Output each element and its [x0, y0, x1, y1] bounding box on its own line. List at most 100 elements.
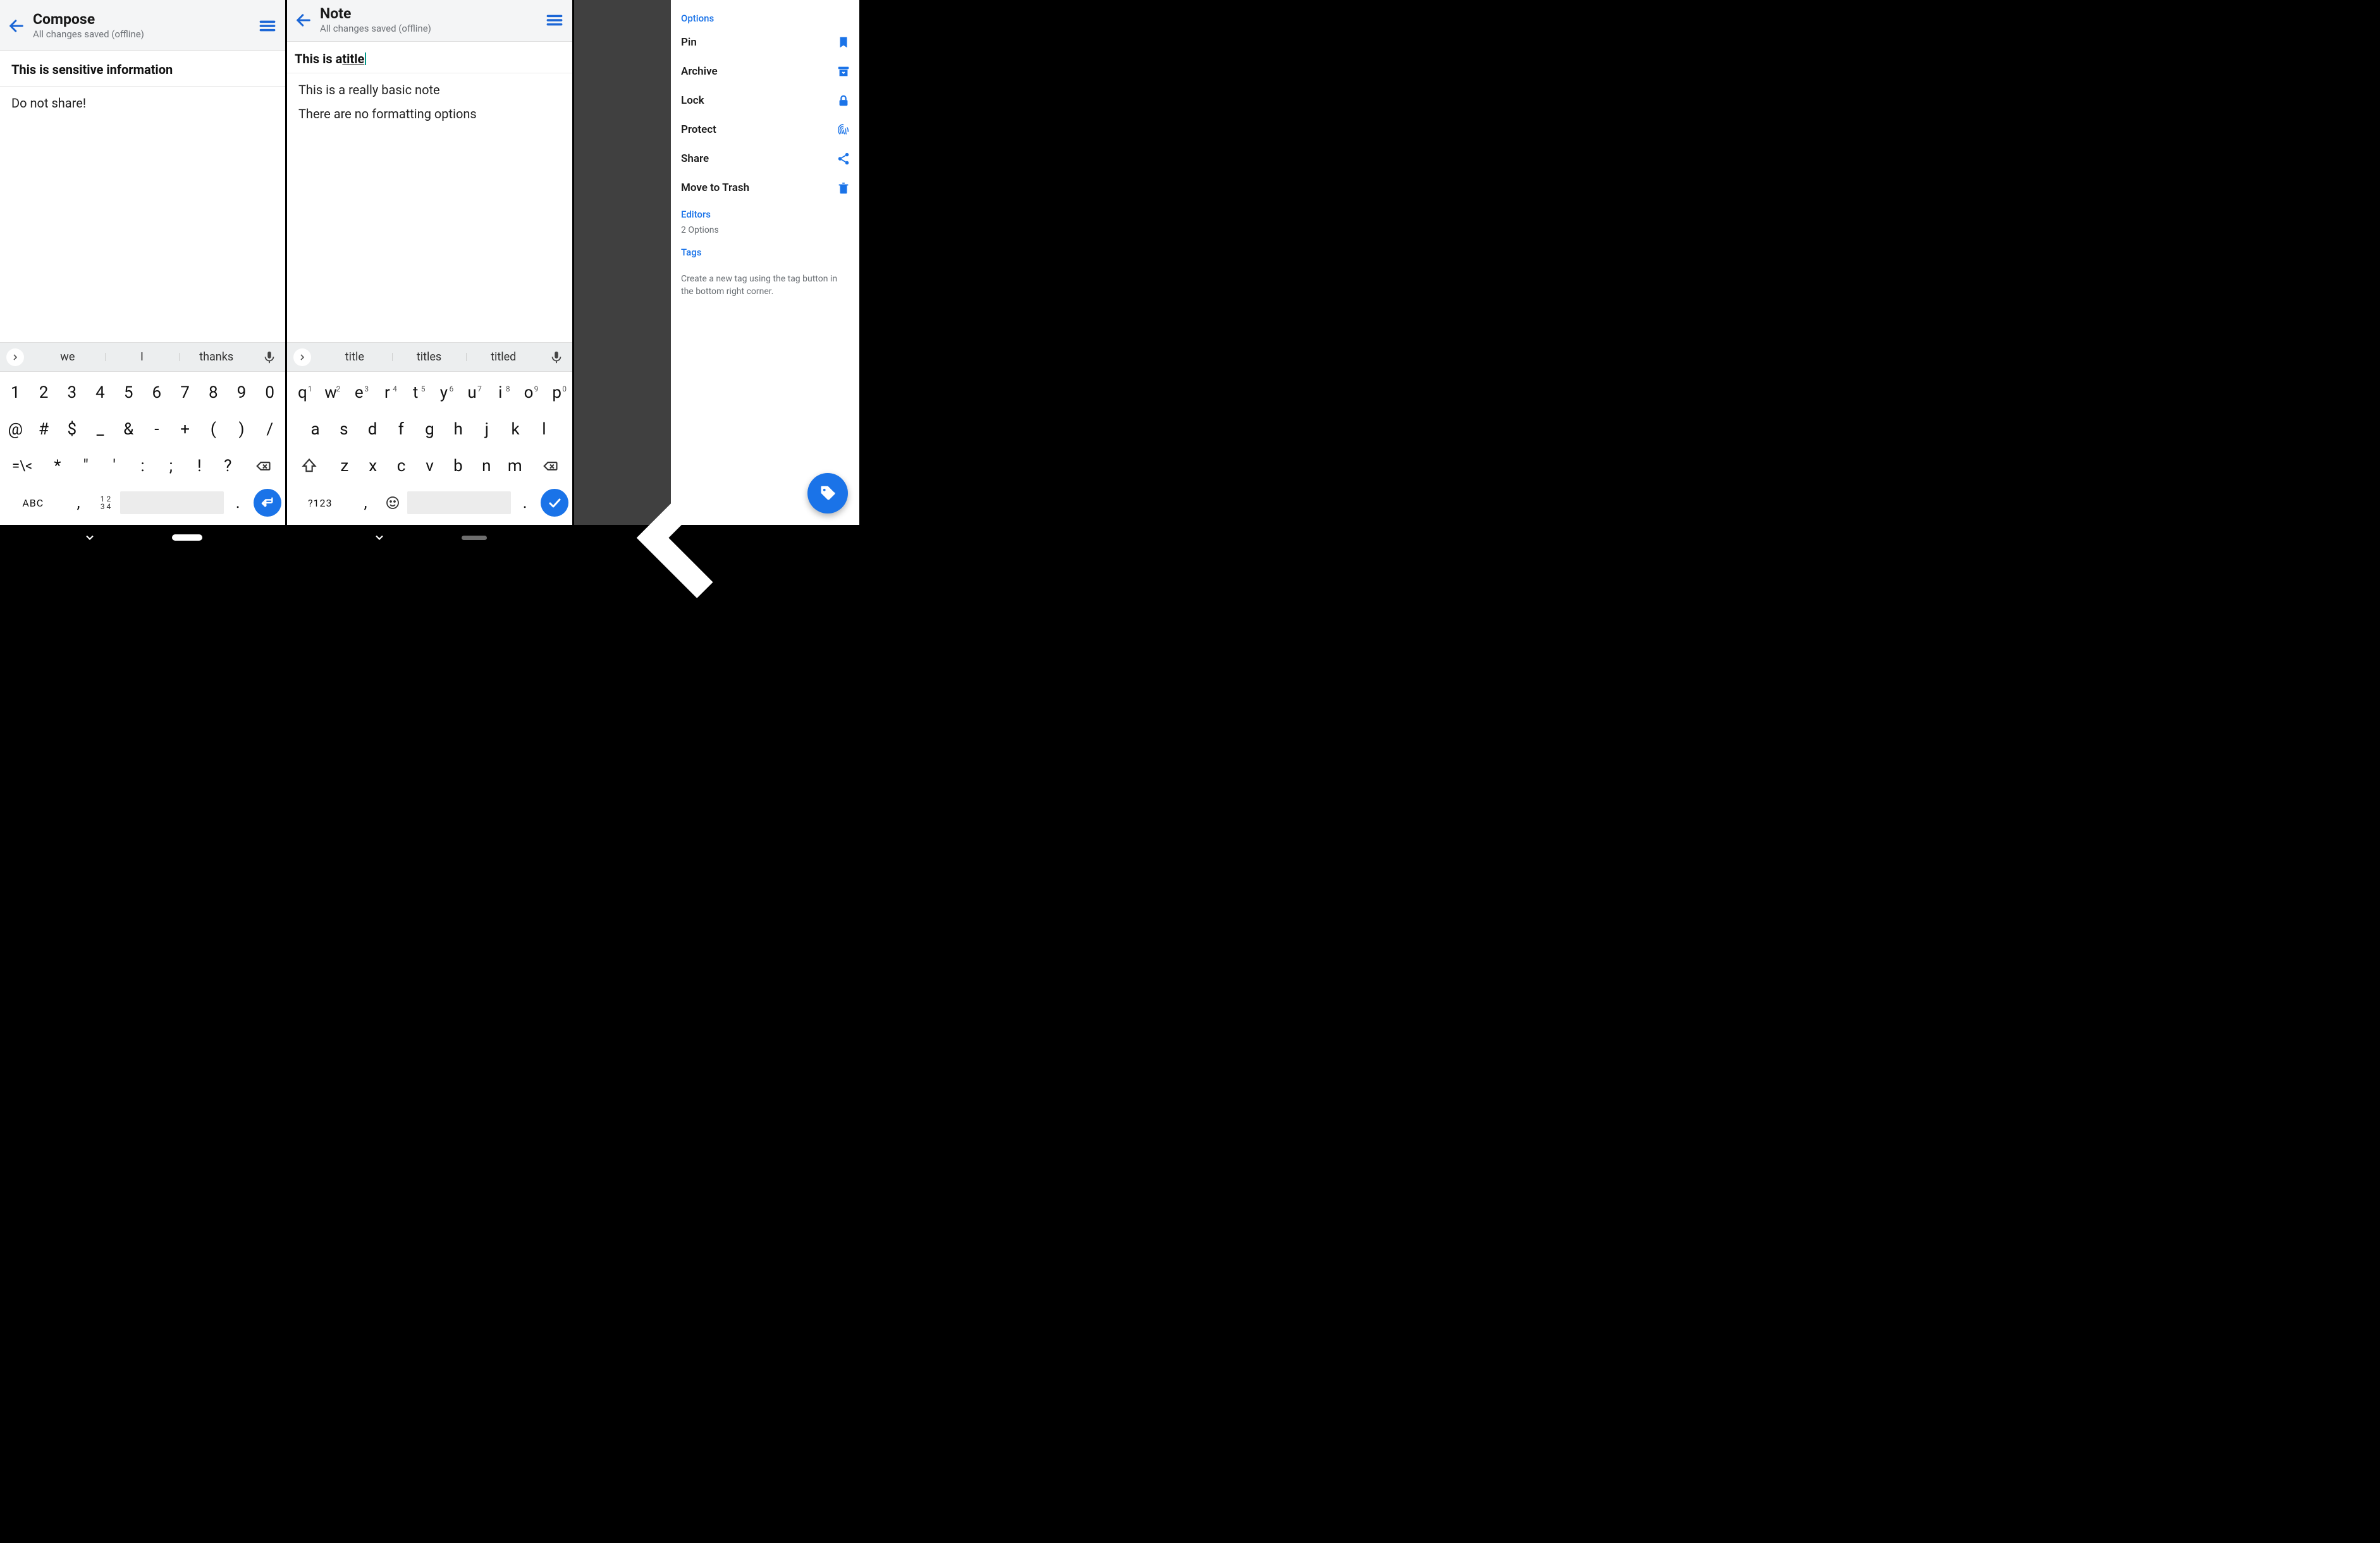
key-r[interactable]: r: [374, 383, 401, 402]
key-6[interactable]: 6: [144, 383, 171, 402]
key-backspace[interactable]: [243, 457, 283, 475]
key-n[interactable]: n: [473, 457, 500, 476]
key-e[interactable]: e: [345, 383, 372, 402]
key-question[interactable]: ?: [214, 457, 242, 476]
key-colon[interactable]: :: [129, 457, 156, 476]
key-emoji[interactable]: [380, 495, 406, 510]
suggestion-3[interactable]: thanks: [179, 350, 254, 364]
hamburger-menu-icon[interactable]: [257, 16, 278, 36]
option-share[interactable]: Share: [681, 144, 850, 173]
key-shift[interactable]: [289, 457, 329, 475]
suggestion-2[interactable]: I: [105, 350, 180, 364]
option-move-to-trash[interactable]: Move to Trash: [681, 173, 850, 202]
key-g[interactable]: g: [416, 420, 443, 439]
back-arrow-icon[interactable]: [295, 11, 312, 29]
key-rparen[interactable]: ): [228, 420, 255, 439]
expand-suggestions-icon[interactable]: [293, 348, 311, 366]
key-slash[interactable]: /: [256, 420, 283, 439]
key-plus[interactable]: +: [171, 420, 199, 439]
hamburger-menu-icon[interactable]: [544, 10, 565, 30]
key-s[interactable]: s: [330, 420, 357, 439]
key-lparen[interactable]: (: [200, 420, 227, 439]
key-8[interactable]: 8: [200, 383, 227, 402]
note-body[interactable]: This is a really basic note There are no…: [287, 73, 572, 342]
key-d[interactable]: d: [359, 420, 386, 439]
key-w[interactable]: w: [317, 383, 345, 402]
expand-suggestions-icon[interactable]: [6, 348, 24, 366]
nav-home-bar[interactable]: [462, 536, 487, 540]
key-9[interactable]: 9: [228, 383, 255, 402]
key-period[interactable]: .: [225, 493, 251, 512]
key-c[interactable]: c: [388, 457, 415, 476]
key-1[interactable]: 1: [2, 383, 29, 402]
key-enter[interactable]: [252, 489, 283, 517]
mic-icon[interactable]: [549, 350, 563, 364]
key-symbols[interactable]: ?123: [289, 497, 351, 509]
key-q[interactable]: q: [289, 383, 316, 402]
key-x[interactable]: x: [359, 457, 386, 476]
key-z[interactable]: z: [331, 457, 358, 476]
key-abc[interactable]: ABC: [2, 497, 64, 509]
nav-back-icon[interactable]: [574, 433, 783, 642]
key-amp[interactable]: &: [115, 420, 142, 439]
key-numpad[interactable]: 1 23 4: [93, 495, 119, 510]
suggestion-1[interactable]: title: [317, 350, 392, 364]
key-sympage[interactable]: =\<: [2, 458, 42, 474]
key-squote[interactable]: ': [101, 457, 128, 476]
key-b[interactable]: b: [445, 457, 472, 476]
key-l[interactable]: l: [531, 420, 558, 439]
key-f[interactable]: f: [388, 420, 415, 439]
option-protect[interactable]: Protect: [681, 115, 850, 144]
note-body[interactable]: Do not share!: [0, 87, 285, 342]
option-lock[interactable]: Lock: [681, 86, 850, 115]
key-p[interactable]: p: [543, 383, 570, 402]
key-minus[interactable]: -: [144, 420, 171, 439]
key-semicolon[interactable]: ;: [157, 457, 185, 476]
key-7[interactable]: 7: [171, 383, 199, 402]
suggestion-2[interactable]: titles: [392, 350, 467, 364]
key-a[interactable]: a: [302, 420, 329, 439]
key-period[interactable]: .: [512, 493, 538, 512]
key-4[interactable]: 4: [87, 383, 114, 402]
key-comma[interactable]: ,: [65, 493, 91, 512]
key-5[interactable]: 5: [115, 383, 142, 402]
mic-icon[interactable]: [262, 350, 276, 364]
key-v[interactable]: v: [416, 457, 443, 476]
key-j[interactable]: j: [473, 420, 500, 439]
key-i[interactable]: i: [487, 383, 514, 402]
key-dollar[interactable]: $: [58, 420, 85, 439]
back-arrow-icon[interactable]: [8, 17, 25, 35]
nav-home-pill[interactable]: [172, 534, 202, 541]
key-space[interactable]: [407, 491, 511, 514]
key-u[interactable]: u: [458, 383, 486, 402]
nav-down-icon[interactable]: [83, 531, 96, 544]
key-done[interactable]: [539, 489, 570, 517]
key-bang[interactable]: !: [186, 457, 213, 476]
key-0[interactable]: 0: [256, 383, 283, 402]
option-archive[interactable]: Archive: [681, 57, 850, 86]
key-k[interactable]: k: [502, 420, 529, 439]
key-underscore[interactable]: _: [87, 420, 114, 439]
key-comma[interactable]: ,: [352, 493, 378, 512]
suggestion-1[interactable]: we: [30, 350, 105, 364]
key-hash[interactable]: #: [30, 420, 58, 439]
key-2[interactable]: 2: [30, 383, 58, 402]
note-title-input[interactable]: This is a title: [287, 42, 572, 73]
key-y[interactable]: y: [431, 383, 458, 402]
key-backspace[interactable]: [530, 457, 570, 475]
key-dquote[interactable]: ": [72, 457, 99, 476]
add-tag-fab[interactable]: [807, 473, 848, 513]
note-title[interactable]: This is sensitive information: [0, 51, 285, 87]
key-m[interactable]: m: [501, 457, 529, 476]
key-star[interactable]: *: [44, 457, 71, 476]
key-3[interactable]: 3: [58, 383, 85, 402]
key-t[interactable]: t: [402, 383, 429, 402]
key-at[interactable]: @: [2, 420, 29, 439]
suggestion-3[interactable]: titled: [466, 350, 541, 364]
nav-down-icon[interactable]: [373, 531, 386, 544]
option-pin[interactable]: Pin: [681, 28, 850, 57]
key-o[interactable]: o: [515, 383, 543, 402]
header: Compose All changes saved (offline): [0, 0, 285, 51]
key-space[interactable]: [120, 491, 224, 514]
key-h[interactable]: h: [445, 420, 472, 439]
